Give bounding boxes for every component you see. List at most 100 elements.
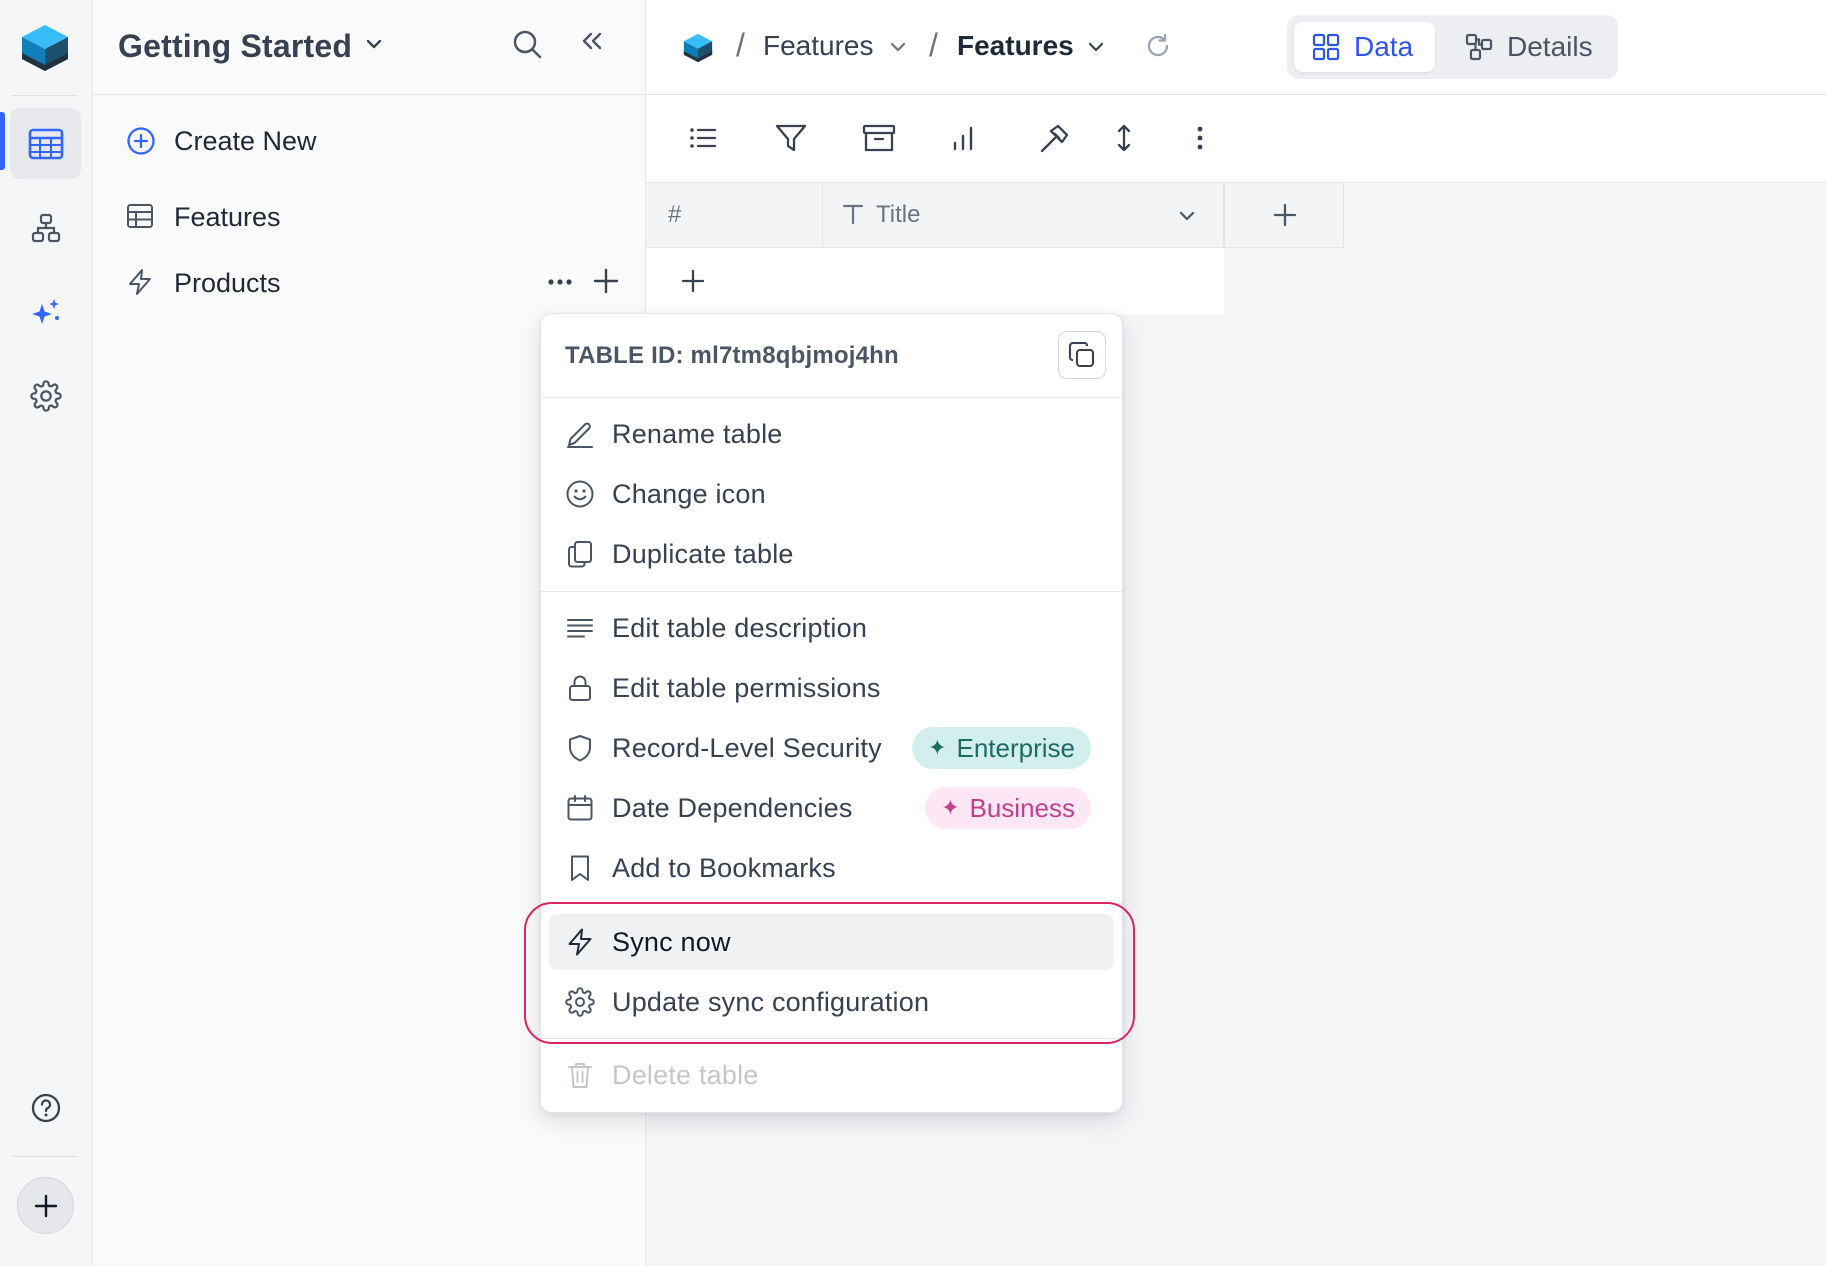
more-horizontal-icon[interactable] bbox=[546, 270, 574, 294]
duplicate-table-item[interactable]: Duplicate table bbox=[549, 526, 1114, 582]
copy-id-button[interactable] bbox=[1058, 331, 1106, 379]
add-workspace-button[interactable] bbox=[17, 1177, 74, 1234]
grid-icon bbox=[1312, 33, 1340, 61]
app-rail bbox=[0, 0, 93, 1266]
view-toolbar bbox=[646, 95, 1826, 183]
copy-icon bbox=[1068, 341, 1095, 368]
date-dependencies-item[interactable]: Date Dependencies ✦ Business bbox=[549, 780, 1114, 836]
chevron-down-icon[interactable] bbox=[363, 33, 385, 55]
rail-divider-bottom bbox=[12, 1156, 78, 1157]
chevron-down-icon[interactable] bbox=[889, 38, 907, 56]
breadcrumb-separator: / bbox=[736, 27, 745, 63]
add-to-bookmarks-item[interactable]: Add to Bookmarks bbox=[549, 840, 1114, 896]
plus-icon bbox=[682, 270, 704, 292]
business-badge: ✦ Business bbox=[925, 787, 1091, 829]
fields-list-icon[interactable] bbox=[688, 123, 718, 153]
filter-icon[interactable] bbox=[775, 123, 807, 153]
chevron-down-icon[interactable] bbox=[1177, 207, 1197, 225]
sidebar-item-label: Products bbox=[174, 268, 281, 298]
chevron-down-icon[interactable] bbox=[1087, 38, 1105, 56]
more-vertical-icon[interactable] bbox=[1195, 123, 1205, 153]
rail-ai-button[interactable] bbox=[10, 276, 81, 347]
menu-item-label: Edit table permissions bbox=[612, 673, 881, 703]
menu-item-label: Record-Level Security bbox=[612, 733, 882, 763]
group-archive-icon[interactable] bbox=[862, 123, 896, 153]
plus-icon bbox=[1273, 203, 1297, 227]
sparkles-icon bbox=[31, 298, 59, 324]
table-icon bbox=[126, 202, 154, 230]
breadcrumb-item[interactable]: Features bbox=[763, 30, 874, 62]
refresh-icon[interactable] bbox=[1144, 32, 1172, 60]
rail-divider bbox=[12, 95, 78, 96]
hammer-icon[interactable] bbox=[1038, 123, 1070, 155]
trash-icon bbox=[565, 1060, 595, 1090]
sidebar-item-label: Features bbox=[174, 202, 281, 232]
gear-icon bbox=[29, 379, 62, 412]
calendar-icon bbox=[565, 793, 595, 823]
rail-tables-button[interactable] bbox=[10, 108, 81, 179]
menu-item-label: Delete table bbox=[612, 1060, 759, 1090]
add-column-button[interactable] bbox=[1224, 183, 1344, 248]
text-type-icon bbox=[841, 202, 865, 226]
lock-icon bbox=[565, 673, 595, 703]
rail-settings-button[interactable] bbox=[10, 360, 81, 431]
edit-description-item[interactable]: Edit table description bbox=[549, 600, 1114, 656]
menu-item-label: Change icon bbox=[612, 479, 766, 509]
add-row-button[interactable] bbox=[646, 248, 1224, 315]
sparkle-icon: ✦ bbox=[941, 795, 960, 820]
add-item-icon[interactable] bbox=[593, 268, 619, 294]
data-tab-label: Data bbox=[1354, 31, 1414, 62]
edit-permissions-item[interactable]: Edit table permissions bbox=[549, 660, 1114, 716]
menu-item-label: Duplicate table bbox=[612, 539, 794, 569]
badge-label: Business bbox=[969, 792, 1076, 823]
rail-help-button[interactable] bbox=[10, 1072, 81, 1143]
rename-table-item[interactable]: Rename table bbox=[549, 406, 1114, 462]
sidebar-item-products[interactable]: Products bbox=[93, 254, 646, 310]
details-tab[interactable]: Details bbox=[1447, 22, 1612, 72]
search-icon[interactable] bbox=[511, 28, 543, 60]
title-column-header[interactable]: Title bbox=[823, 183, 1224, 248]
workspace-title[interactable]: Getting Started bbox=[118, 28, 352, 65]
bookmark-icon bbox=[565, 853, 595, 883]
base-logo-icon[interactable] bbox=[682, 32, 714, 64]
change-icon-item[interactable]: Change icon bbox=[549, 466, 1114, 522]
delete-table-item[interactable]: Delete table bbox=[549, 1047, 1114, 1103]
active-indicator bbox=[0, 112, 5, 170]
rail-schema-button[interactable] bbox=[10, 192, 81, 263]
sidebar-item-features[interactable]: Features bbox=[93, 188, 646, 244]
enterprise-badge: ✦ Enterprise bbox=[912, 727, 1091, 769]
row-number-header: # bbox=[646, 183, 823, 248]
sync-options-highlight bbox=[524, 902, 1135, 1044]
menu-item-label: Rename table bbox=[612, 419, 783, 449]
collapse-sidebar-icon[interactable] bbox=[578, 28, 606, 56]
create-new-button[interactable]: Create New bbox=[93, 112, 646, 168]
table-id-row: TABLE ID: ml7tm8qbjmoj4hn bbox=[541, 314, 1122, 398]
row-height-icon[interactable] bbox=[1113, 123, 1135, 153]
badge-label: Enterprise bbox=[956, 732, 1076, 763]
sidebar-header: Getting Started bbox=[93, 0, 646, 95]
breadcrumb-separator: / bbox=[929, 27, 938, 63]
smiley-icon bbox=[565, 479, 595, 509]
lightning-icon bbox=[126, 268, 154, 296]
data-tab[interactable]: Data bbox=[1294, 22, 1435, 72]
chart-bars-icon[interactable] bbox=[951, 123, 977, 153]
app-logo-icon[interactable] bbox=[19, 23, 71, 73]
table-grid-icon bbox=[28, 128, 63, 159]
plus-circle-icon bbox=[126, 126, 156, 156]
record-level-security-item[interactable]: Record-Level Security ✦ Enterprise bbox=[549, 720, 1114, 776]
table-id-text: TABLE ID: ml7tm8qbjmoj4hn bbox=[565, 342, 899, 369]
help-icon bbox=[31, 1093, 60, 1122]
menu-item-label: Edit table description bbox=[612, 613, 868, 643]
pencil-icon bbox=[565, 419, 595, 449]
shield-icon bbox=[565, 733, 595, 763]
lines-icon bbox=[565, 613, 595, 643]
menu-divider bbox=[541, 591, 1122, 592]
hierarchy-icon bbox=[31, 213, 60, 242]
row-number-label: # bbox=[668, 201, 682, 228]
breadcrumb-current[interactable]: Features bbox=[957, 30, 1074, 62]
create-new-label: Create New bbox=[174, 126, 317, 156]
top-bar: / Features / Features Data Details bbox=[646, 0, 1826, 95]
schema-icon bbox=[1465, 33, 1493, 61]
duplicate-icon bbox=[565, 539, 595, 569]
sparkle-icon: ✦ bbox=[928, 735, 947, 760]
